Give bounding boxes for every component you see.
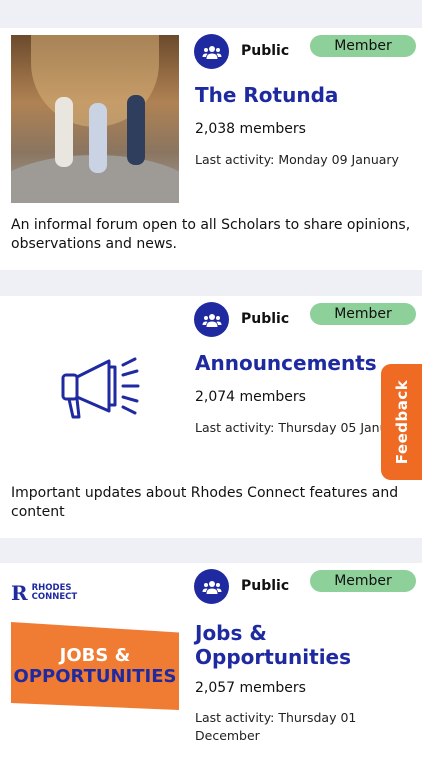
megaphone-icon [61, 357, 140, 419]
group-title[interactable]: Announcements [195, 351, 377, 375]
last-activity: Last activity: Monday 09 January [195, 152, 399, 167]
feedback-label: Feedback [392, 379, 411, 465]
member-count: 2,038 members [195, 121, 306, 137]
member-badge: Member [310, 570, 416, 592]
rhodes-connect-logo: R RHODES CONNECT [11, 581, 78, 605]
member-count: 2,057 members [195, 680, 306, 696]
privacy-label: Public [241, 311, 290, 327]
group-icon [194, 302, 229, 337]
group-icon [194, 34, 229, 69]
group-thumbnail[interactable] [11, 35, 179, 203]
group-card[interactable]: Public Member Announcements 2,074 member… [0, 296, 422, 538]
member-count: 2,074 members [195, 389, 306, 405]
last-activity: Last activity: Thursday 01 December [195, 710, 357, 743]
privacy-label: Public [241, 43, 290, 59]
group-description: Important updates about Rhodes Connect f… [11, 485, 399, 520]
group-thumbnail[interactable]: R RHODES CONNECT JOBS & OPPORTUNITIES [11, 570, 179, 738]
member-badge: Member [310, 35, 416, 57]
group-card[interactable]: Public Member The Rotunda 2,038 members … [0, 28, 422, 270]
feedback-button[interactable]: Feedback [381, 364, 422, 480]
group-description: An informal forum open to all Scholars t… [11, 217, 411, 252]
group-card[interactable]: R RHODES CONNECT JOBS & OPPORTUNITIES Pu… [0, 563, 422, 763]
group-icon [194, 569, 229, 604]
member-badge: Member [310, 303, 416, 325]
group-title[interactable]: Jobs & Opportunities [195, 621, 395, 669]
privacy-label: Public [241, 578, 290, 594]
rotunda-photo [11, 35, 179, 203]
jobs-banner: JOBS & OPPORTUNITIES [11, 622, 179, 710]
group-thumbnail[interactable] [11, 303, 179, 471]
group-title[interactable]: The Rotunda [195, 83, 338, 107]
